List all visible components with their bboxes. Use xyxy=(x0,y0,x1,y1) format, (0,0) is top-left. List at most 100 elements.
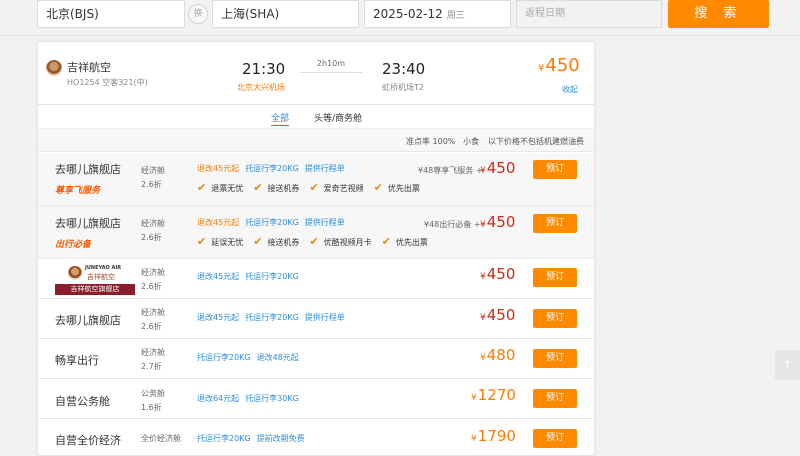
flight-card: 吉祥航空 HO1254 空客321(中) 21:30 北京大兴机场 2h10m … xyxy=(37,41,595,456)
swap-cities-button[interactable]: 换 xyxy=(188,4,208,24)
offer-row: 去哪儿旗舰店 尊享飞服务 经济舱 2.6折 退改45元起 托运行李20KG 提供行程… xyxy=(38,153,594,206)
cabin-class: 经济舱 xyxy=(141,219,165,228)
vendor-name[interactable]: 去哪儿旗舰店 xyxy=(55,312,121,328)
cabin-class: 经济舱 xyxy=(141,166,165,175)
discount: 2.6折 xyxy=(141,282,162,291)
currency-symbol: ¥ xyxy=(471,393,477,403)
check-icon: ✔ xyxy=(197,181,207,194)
offer-price-value: 450 xyxy=(486,159,516,177)
to-city-text: 上海(SHA) xyxy=(221,7,280,21)
rule-baggage[interactable]: 托运行李20KG xyxy=(197,353,251,362)
flight-summary: 吉祥航空 HO1254 空客321(中) 21:30 北京大兴机场 2h10m … xyxy=(38,42,594,105)
flight-number: HO1254 空客321(中) xyxy=(67,78,148,87)
check-icon: ✔ xyxy=(197,235,207,248)
tab-first-business[interactable]: 头等/商务舱 xyxy=(314,111,362,124)
perk-label: 爱奇艺视频 xyxy=(323,184,364,193)
juneyao-flagship-logo[interactable]: JUNEYAO AIR 吉祥航空 吉祥航空旗舰店 xyxy=(55,264,135,295)
vendor-name[interactable]: 自营公务舱 xyxy=(55,393,110,409)
vendor-tag: 尊享飞服务 xyxy=(55,186,101,196)
book-button[interactable]: 预订 xyxy=(533,214,577,233)
offer-price-value: 450 xyxy=(486,265,516,283)
addon-service: ¥48出行必备 + xyxy=(424,220,481,229)
rule-refund[interactable]: 退改45元起 xyxy=(197,313,239,322)
rule-baggage[interactable]: 托运行李20KG xyxy=(245,164,299,173)
offer-row: 自营公务舱 公务舱 1.6折 退改64元起 托运行李30KG ¥1270 预订 xyxy=(38,379,594,419)
discount: 2.6折 xyxy=(141,233,162,242)
tab-all[interactable]: 全部 xyxy=(271,111,290,126)
duration-line xyxy=(300,72,362,73)
back-to-top-button[interactable]: ↑ xyxy=(775,350,800,380)
currency-symbol: ¥ xyxy=(480,272,486,282)
return-date-input[interactable]: 返程日期 xyxy=(516,0,662,28)
currency-symbol: ¥ xyxy=(480,353,486,363)
rule-baggage[interactable]: 托运行李20KG xyxy=(245,218,299,227)
vendor-name[interactable]: 去哪儿旗舰店 xyxy=(55,215,121,231)
vendor-name[interactable]: 畅享出行 xyxy=(55,352,99,368)
departure-time: 21:30 xyxy=(242,60,286,78)
check-icon: ✔ xyxy=(253,235,263,248)
fare-rules: 托运行李20KG 提前改期免费 xyxy=(197,433,311,444)
vendor-tag: 出行必备 xyxy=(55,240,92,250)
search-button[interactable]: 搜 索 xyxy=(668,0,769,28)
airline-logo-icon xyxy=(46,60,62,76)
departure-airport: 北京大兴机场 xyxy=(237,83,285,92)
cabin-class: 经济舱 xyxy=(141,308,165,317)
vendor-name[interactable]: 去哪儿旗舰店 xyxy=(55,161,121,177)
perk-item: ✔ 爱奇艺视频 xyxy=(309,181,363,194)
rule-baggage[interactable]: 托运行李20KG xyxy=(245,313,299,322)
perk-item: ✔ 退票无忧 xyxy=(197,181,243,194)
swap-icon: 换 xyxy=(193,9,203,19)
from-city-input[interactable]: 北京(BJS) xyxy=(37,0,185,28)
rule-baggage[interactable]: 托运行李20KG xyxy=(245,272,299,281)
rule-itinerary[interactable]: 提供行程单 xyxy=(305,313,345,322)
offer-row: 自营全价经济 全价经济舱 托运行李20KG 提前改期免费 ¥1790 预订 xyxy=(38,419,594,456)
currency-symbol: ¥ xyxy=(480,313,486,323)
rule-refund[interactable]: 退改45元起 xyxy=(197,164,239,173)
rule-itinerary[interactable]: 提供行程单 xyxy=(305,164,345,173)
book-button[interactable]: 预订 xyxy=(533,349,577,368)
book-button[interactable]: 预订 xyxy=(533,268,577,287)
perk-item: ✔ 接送机券 xyxy=(253,235,299,248)
rule-baggage[interactable]: 托运行李20KG xyxy=(197,434,251,443)
book-button[interactable]: 预订 xyxy=(533,309,577,328)
fare-rules: 托运行李20KG 退改48元起 xyxy=(197,352,305,363)
offer-price: ¥450 xyxy=(480,159,515,177)
rule-change[interactable]: 提前改期免费 xyxy=(257,434,305,443)
book-button[interactable]: 预订 xyxy=(533,429,577,448)
arrival-airport: 虹桥机场T2 xyxy=(382,83,424,92)
juneyao-emblem-icon xyxy=(68,266,82,280)
fare-rules: 退改45元起 托运行李20KG 提供行程单 xyxy=(197,312,351,323)
from-city-text: 北京(BJS) xyxy=(46,7,99,21)
rule-refund[interactable]: 退改64元起 xyxy=(197,394,239,403)
currency-symbol: ¥ xyxy=(480,166,486,176)
perk-item: ✔ 优酷视频月卡 xyxy=(309,235,371,248)
collapse-link[interactable]: 收起 xyxy=(562,84,578,95)
rule-baggage[interactable]: 托运行李30KG xyxy=(245,394,299,403)
cabin-class: 经济舱 xyxy=(141,268,165,277)
to-city-input[interactable]: 上海(SHA) xyxy=(212,0,359,28)
book-button[interactable]: 预订 xyxy=(533,389,577,408)
rule-itinerary[interactable]: 提供行程单 xyxy=(305,218,345,227)
cabin-tabs: 全部 头等/商务舱 xyxy=(38,106,594,127)
offer-price: ¥1790 xyxy=(471,427,516,445)
rule-refund[interactable]: 退改48元起 xyxy=(257,353,299,362)
offer-price: ¥450 xyxy=(480,306,515,324)
price-notes: 准点率 100% 小食 以下价格不包括机建燃油费 xyxy=(38,128,594,152)
departure-weekday: 周三 xyxy=(446,11,465,21)
departure-date-input[interactable]: 2025-02-12 周三 xyxy=(364,0,511,28)
check-icon: ✔ xyxy=(373,181,383,194)
vendor-name[interactable]: 自营全价经济 xyxy=(55,432,121,448)
currency-symbol: ¥ xyxy=(471,434,477,444)
book-button[interactable]: 预订 xyxy=(533,160,577,179)
juneyao-logo-en: JUNEYAO AIR xyxy=(85,265,122,271)
perk-item: ✔ 接送机券 xyxy=(253,181,299,194)
offer-price-value: 450 xyxy=(486,306,516,324)
currency-symbol: ¥ xyxy=(538,63,545,74)
offer-price-value: 1790 xyxy=(477,427,516,445)
discount: 2.6折 xyxy=(141,322,162,331)
rule-refund[interactable]: 退改45元起 xyxy=(197,218,239,227)
perk-label: 退票无忧 xyxy=(211,184,244,193)
rule-refund[interactable]: 退改45元起 xyxy=(197,272,239,281)
juneyao-logo-top: JUNEYAO AIR 吉祥航空 xyxy=(55,264,135,284)
return-date-placeholder: 返程日期 xyxy=(525,8,565,19)
